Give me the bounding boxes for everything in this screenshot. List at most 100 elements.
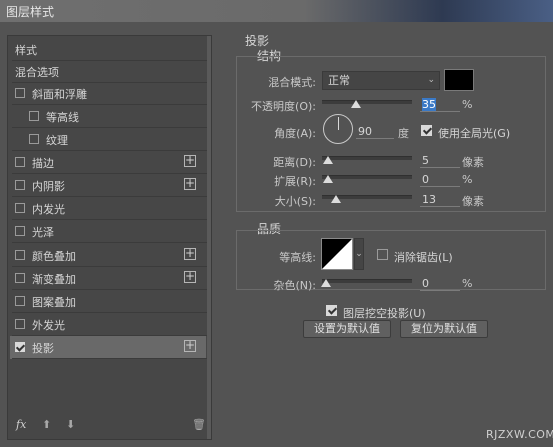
angle-unit: 度	[398, 127, 409, 140]
sidebar-item-checkbox[interactable]	[15, 273, 25, 283]
spread-slider-thumb[interactable]	[323, 175, 333, 183]
knockout-label: 图层挖空投影(U)	[343, 307, 426, 320]
delete-icon[interactable]: 🗑	[192, 418, 206, 431]
sidebar-item-gradient-overlay[interactable]: 渐变叠加 +	[10, 267, 206, 290]
sidebar-item-checkbox[interactable]	[15, 157, 25, 167]
angle-input[interactable]: 90	[356, 124, 394, 139]
sidebar-item-checkbox[interactable]	[15, 296, 25, 306]
noise-slider-thumb[interactable]	[321, 279, 331, 287]
add-icon[interactable]: +	[184, 154, 196, 167]
contour-label: 等高线:	[279, 251, 316, 264]
sidebar-item-label: 斜面和浮雕	[32, 88, 87, 101]
antialias-label: 消除锯齿(L)	[394, 251, 453, 264]
sidebar-item-checkbox[interactable]	[15, 342, 25, 352]
blend-mode-value: 正常	[328, 74, 350, 87]
sidebar-item-checkbox[interactable]	[15, 226, 25, 236]
opacity-unit: %	[462, 98, 473, 111]
add-icon[interactable]: +	[184, 177, 196, 190]
distance-input[interactable]: 5	[420, 153, 460, 168]
sidebar-item-label: 等高线	[46, 111, 79, 124]
contour-preview[interactable]	[321, 238, 353, 270]
global-light-checkbox[interactable]	[421, 125, 432, 136]
antialias-checkbox[interactable]	[377, 249, 388, 260]
distance-label: 距离(D):	[273, 156, 316, 169]
blend-mode-select[interactable]: 正常 ⌄	[322, 71, 440, 90]
sidebar-item-label: 混合选项	[15, 66, 59, 79]
sidebar-item-inner-shadow[interactable]: 内阴影 +	[10, 174, 206, 197]
sidebar-item-label: 内发光	[32, 203, 65, 216]
sidebar-item-checkbox[interactable]	[29, 111, 39, 121]
sidebar-item-label: 外发光	[32, 319, 65, 332]
divider	[12, 358, 208, 359]
move-up-icon[interactable]: ⬆	[42, 418, 51, 431]
distance-slider-thumb[interactable]	[323, 156, 333, 164]
move-down-icon[interactable]: ⬇	[66, 418, 75, 431]
knockout-checkbox[interactable]	[326, 305, 337, 316]
size-input[interactable]: 13	[420, 192, 460, 207]
sidebar-item-label: 纹理	[46, 134, 68, 147]
spread-input[interactable]: 0	[420, 172, 460, 187]
opacity-label: 不透明度(O):	[251, 100, 316, 113]
opacity-slider-thumb[interactable]	[351, 100, 361, 108]
distance-unit: 像素	[462, 156, 484, 169]
sidebar-item-drop-shadow[interactable]: 投影 +	[10, 336, 206, 359]
sidebar-item-checkbox[interactable]	[15, 203, 25, 213]
reset-default-button[interactable]: 复位为默认值	[400, 320, 488, 338]
size-label: 大小(S):	[274, 195, 316, 208]
fx-icon[interactable]: fx	[16, 418, 26, 431]
chevron-down-icon: ⌄	[427, 75, 435, 85]
opacity-value: 35	[422, 98, 436, 111]
sidebar-item-styles[interactable]: 样式	[10, 38, 206, 61]
add-icon[interactable]: +	[184, 270, 196, 283]
sidebar-item-label: 样式	[15, 44, 37, 57]
sidebar-item-contour[interactable]: 等高线	[10, 105, 206, 128]
sidebar-item-checkbox[interactable]	[29, 134, 39, 144]
sidebar-item-label: 投影	[32, 342, 54, 355]
noise-slider-track[interactable]	[322, 279, 412, 283]
spread-unit: %	[462, 173, 473, 186]
shadow-color-swatch[interactable]	[444, 69, 474, 91]
sidebar-item-stroke[interactable]: 描边 +	[10, 151, 206, 174]
noise-input[interactable]: 0	[420, 276, 460, 291]
opacity-input[interactable]: 35	[420, 97, 460, 112]
distance-slider-track[interactable]	[322, 156, 412, 160]
size-unit: 像素	[462, 195, 484, 208]
sidebar-item-outer-glow[interactable]: 外发光	[10, 313, 206, 336]
sidebar-item-pattern-overlay[interactable]: 图案叠加	[10, 290, 206, 313]
noise-label: 杂色(N):	[273, 279, 316, 292]
sidebar-item-texture[interactable]: 纹理	[10, 128, 206, 151]
sidebar-item-checkbox[interactable]	[15, 250, 25, 260]
sidebar-item-blending-options[interactable]: 混合选项	[10, 60, 206, 83]
sidebar-item-label: 渐变叠加	[32, 273, 76, 286]
sidebar-item-color-overlay[interactable]: 颜色叠加 +	[10, 244, 206, 267]
sidebar-item-label: 描边	[32, 157, 54, 170]
sidebar-item-label: 内阴影	[32, 180, 65, 193]
make-default-button[interactable]: 设置为默认值	[303, 320, 391, 338]
sidebar-item-label: 颜色叠加	[32, 250, 76, 263]
size-slider-thumb[interactable]	[331, 195, 341, 203]
spread-label: 扩展(R):	[274, 175, 316, 188]
sidebar-item-bevel-emboss[interactable]: 斜面和浮雕	[10, 82, 206, 105]
add-icon[interactable]: +	[184, 247, 196, 260]
sidebar-item-label: 图案叠加	[32, 296, 76, 309]
styles-list-panel: 样式混合选项斜面和浮雕等高线纹理描边 + 内阴影 + 内发光光泽颜色叠加 + 渐变叠加 + 图案…	[7, 35, 212, 440]
opacity-slider-track[interactable]	[322, 100, 412, 104]
sidebar-item-label: 光泽	[32, 226, 54, 239]
angle-dial[interactable]	[323, 114, 353, 144]
blend-mode-label: 混合模式:	[268, 76, 316, 89]
window-title: 图层样式	[6, 5, 55, 19]
styles-list-scrollbar[interactable]	[207, 36, 211, 439]
contour-dropdown[interactable]: ⌄	[354, 238, 364, 270]
divider	[12, 242, 208, 243]
chevron-down-icon: ⌄	[355, 249, 363, 259]
sidebar-item-satin[interactable]: 光泽	[10, 220, 206, 243]
sidebar-item-checkbox[interactable]	[15, 319, 25, 329]
sidebar-item-checkbox[interactable]	[15, 180, 25, 190]
sidebar-item-checkbox[interactable]	[15, 88, 25, 98]
styles-list-footer: fx ⬆ ⬇ 🗑	[10, 416, 206, 438]
noise-unit: %	[462, 277, 473, 290]
add-icon[interactable]: +	[184, 339, 196, 352]
title-bar: 图层样式	[0, 0, 553, 22]
sidebar-item-inner-glow[interactable]: 内发光	[10, 197, 206, 220]
spread-slider-track[interactable]	[322, 175, 412, 179]
